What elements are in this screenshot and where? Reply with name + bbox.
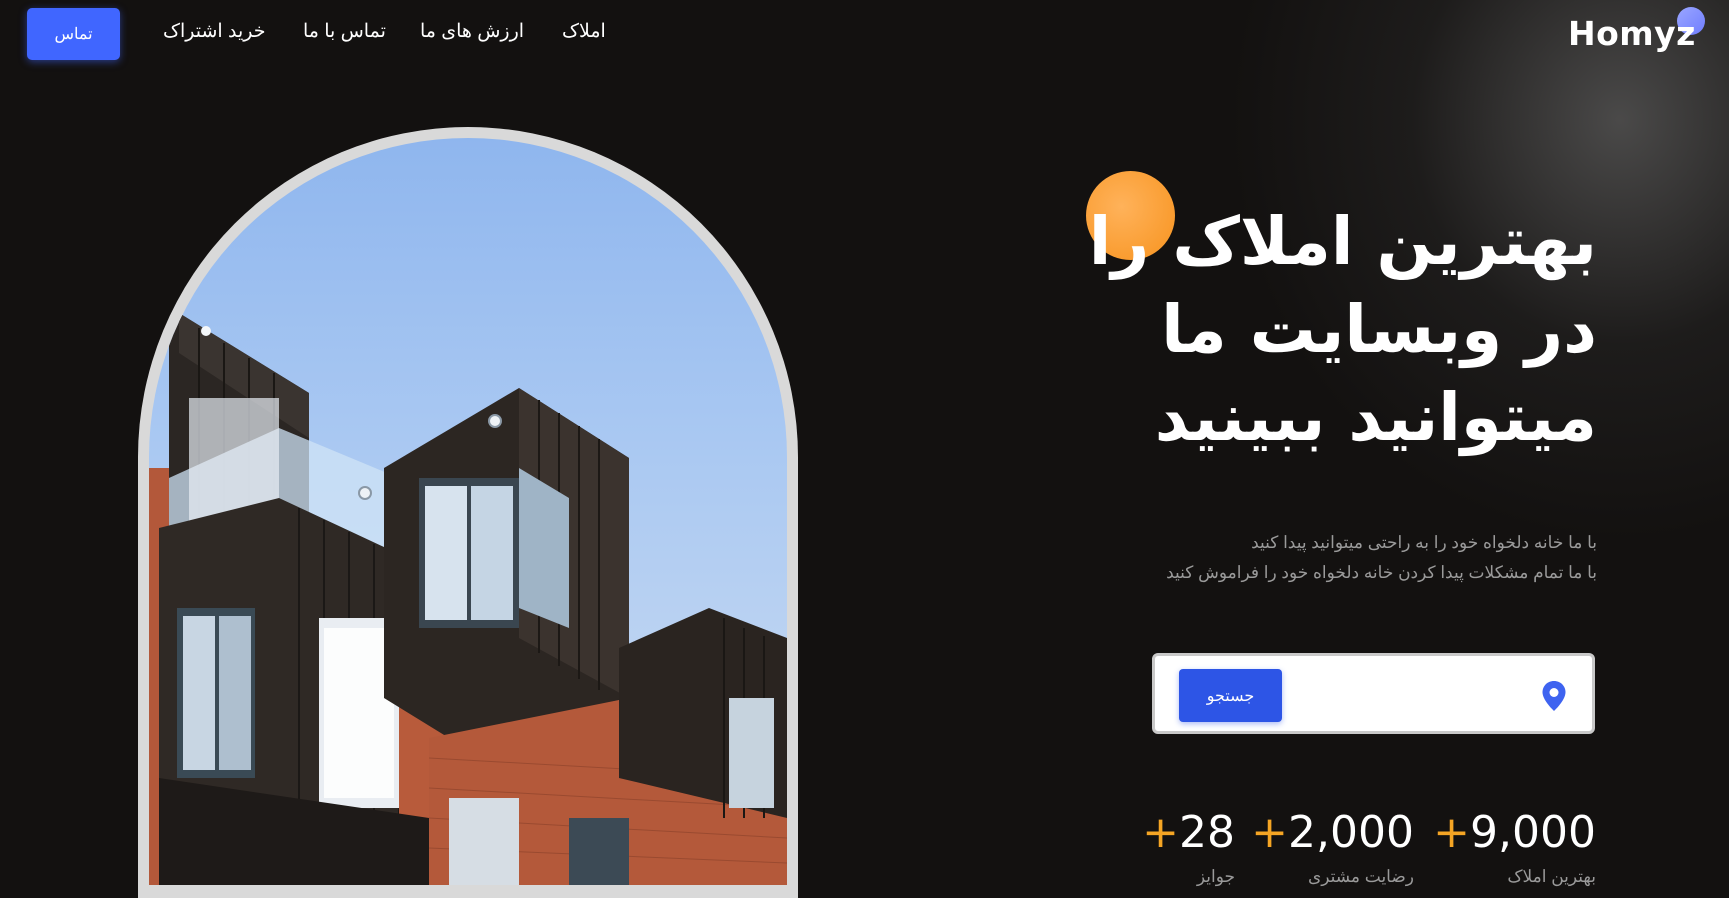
stat-plus: + [1142,807,1179,858]
hero-building-image [149,138,787,885]
hero-headline-line-3: میتوانید ببینید [1154,379,1597,456]
stat-plus: + [1433,807,1471,858]
hero-subtext-line-1: با ما خانه دلخواه خود را به راحتی میتوان… [1251,533,1597,552]
building-illustration [149,313,787,885]
hero-headline-line-1: بهترین املاک را [1088,203,1597,280]
stat-value: 9,000 [1470,807,1596,858]
logo[interactable]: Homyz [1568,14,1696,53]
hero-headline: بهترین املاک را در وبسایت ما میتوانید بب… [1037,198,1597,462]
hero-subtext: با ما خانه دلخواه خود را به راحتی میتوان… [1077,528,1597,588]
contact-button[interactable]: تماس [27,8,120,60]
hero-subtext-line-2: با ما تمام مشکلات پیدا کردن خانه دلخواه … [1166,563,1597,582]
stat-label: جوایز [1196,867,1235,886]
stat-label: رضایت مشتری [1307,867,1414,886]
nav-item-subscription[interactable]: خرید اشتراک [163,20,265,46]
search-input[interactable] [1295,674,1529,718]
homepage: Homyz املاک ارزش های ما تماس با ما خرید … [0,0,1729,898]
stat-value: 2,000 [1288,807,1414,858]
stat-awards: +28 جوایز [1142,805,1235,887]
nav-item-properties[interactable]: املاک [562,20,606,46]
search-button[interactable]: جستجو [1179,669,1282,722]
stat-plus: + [1251,807,1289,858]
nav-item-contact-us[interactable]: تماس با ما [303,20,386,46]
search-bar: جستجو [1152,653,1595,734]
stat-properties: +9,000 بهترین املاک [1433,805,1596,887]
stat-customers: +2,000 رضایت مشتری [1251,805,1414,887]
stat-label: بهترین املاک [1507,867,1596,886]
location-pin-icon [1542,681,1566,711]
hero-headline-line-2: در وبسایت ما [1161,291,1597,368]
stat-value: 28 [1179,807,1235,858]
nav-item-values[interactable]: ارزش های ما [420,20,524,46]
